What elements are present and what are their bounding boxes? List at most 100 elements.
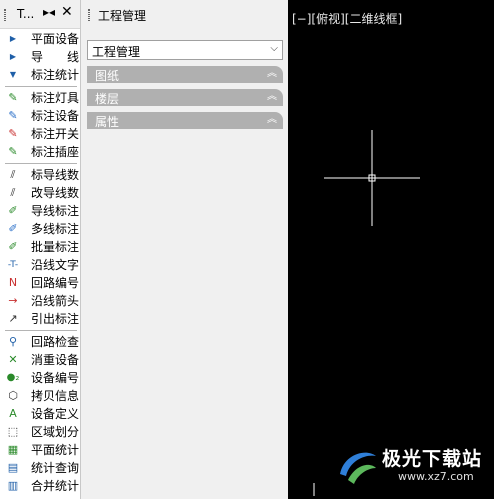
socket-label-icon: ✎	[8, 145, 18, 158]
tool-item[interactable]: ▥ 合并统计	[0, 477, 80, 495]
watermark: 极光下载站 www.xz7.com	[336, 440, 494, 492]
tool-item[interactable]: ✐ 导线标注	[0, 202, 80, 220]
tool-item[interactable]: ✎ 标注插座	[0, 143, 80, 161]
crosshair-cursor	[313, 130, 420, 496]
copy-info-icon: ⬡	[8, 389, 18, 402]
tool-item-label: 批量标注	[31, 240, 80, 254]
tool-item-label: 标注灯具	[31, 91, 80, 105]
tool-item-label: 多线标注	[31, 222, 80, 236]
merge-statistics-icon: ▥	[7, 479, 19, 492]
collapse-chevron-icon: ︽	[267, 114, 277, 125]
expand-arrow-icon: ▶	[9, 34, 17, 43]
tool-item-label: 引出标注	[31, 312, 80, 326]
tool-item-label: 标导线数	[31, 168, 80, 182]
tool-item-label: 统计查询	[31, 461, 80, 475]
grip-icon[interactable]	[88, 9, 90, 21]
group-separator	[5, 86, 77, 87]
tool-item[interactable]: ▤ 统计查询	[0, 459, 80, 477]
tool-item[interactable]: ▦ 平面统计	[0, 441, 80, 459]
tool-item[interactable]: N 回路编号	[0, 274, 80, 292]
section-label: 属性	[95, 115, 120, 129]
lamp-label-icon: ✎	[8, 91, 18, 104]
dedupe-device-icon: ✕	[8, 353, 18, 366]
project-select[interactable]: 工程管理 ⌵	[87, 40, 283, 60]
area-divide-icon: ⬚	[7, 425, 19, 438]
group-separator	[5, 163, 77, 164]
tool-item[interactable]: ⫽ 标导线数	[0, 166, 80, 184]
leader-label-icon: ↗	[8, 312, 18, 325]
tool-palette: T... ▸◂ ✕ ▶ 平面设备 ▶ 导 线 ▼ 标注统计 ✎ 标注灯具 ✎ 标注设备 ✎ 标注开关 ✎…	[0, 0, 81, 499]
tool-item[interactable]: ✕ 消重设备	[0, 351, 80, 369]
tool-item-label: 沿线文字	[31, 258, 80, 272]
batch-label-icon: ✐	[8, 240, 18, 253]
tool-item-label: 拷贝信息	[31, 389, 80, 403]
plan-statistics-icon: ▦	[7, 443, 19, 456]
tool-item-label: 标注设备	[31, 109, 80, 123]
tool-item[interactable]: -T- 沿线文字	[0, 256, 80, 274]
device-define-icon: A	[9, 407, 17, 420]
project-select-value: 工程管理	[92, 45, 141, 59]
section-floors[interactable]: 楼层 ︽	[87, 89, 283, 106]
tool-item[interactable]: A 设备定义	[0, 405, 80, 423]
tool-item[interactable]: ⬚ 区域划分	[0, 423, 80, 441]
tool-item[interactable]: ⚲ 回路检查	[0, 333, 80, 351]
text-along-line-icon: -T-	[7, 260, 19, 270]
tool-item-label: 合并统计	[31, 479, 80, 493]
tool-item-label: 回路编号	[31, 276, 80, 290]
tool-item[interactable]: ✐ 批量标注	[0, 238, 80, 256]
section-properties[interactable]: 属性 ︽	[87, 112, 283, 129]
tool-item[interactable]: ✎ 标注开关	[0, 125, 80, 143]
tool-item-label: 设备编号	[31, 371, 80, 385]
section-label: 楼层	[95, 92, 120, 106]
collapse-chevron-icon: ︽	[267, 91, 277, 102]
tool-item-label: 平面设备	[31, 32, 80, 46]
wire-label-icon: ✐	[8, 204, 18, 217]
chevron-down-icon: ⌵	[270, 43, 278, 54]
tool-list: ▶ 平面设备 ▶ 导 线 ▼ 标注统计 ✎ 标注灯具 ✎ 标注设备 ✎ 标注开关 ✎ 标注插座 ⫽ 标导线数 ⫽…	[0, 30, 80, 495]
grip-icon[interactable]	[4, 9, 6, 21]
tool-item-label: 导 线	[31, 50, 80, 64]
tool-item[interactable]: ⬡ 拷贝信息	[0, 387, 80, 405]
expand-arrow-icon: ▶	[9, 52, 17, 61]
circuit-number-icon: N	[8, 276, 18, 289]
tool-item[interactable]: ↗ 引出标注	[0, 310, 80, 328]
tool-item-label: 设备定义	[31, 407, 80, 421]
tool-item[interactable]: ✎ 标注灯具	[0, 89, 80, 107]
tool-item[interactable]: ✎ 标注设备	[0, 107, 80, 125]
tool-item-label: 标注开关	[31, 127, 80, 141]
device-label-icon: ✎	[8, 109, 18, 122]
tool-item[interactable]: ⫽ 改导线数	[0, 184, 80, 202]
multi-wire-label-icon: ✐	[8, 222, 18, 235]
palette-title: T...	[17, 7, 35, 21]
section-label: 图纸	[95, 69, 120, 83]
tool-item[interactable]: ▶ 平面设备	[0, 30, 80, 48]
palette-titlebar[interactable]: T... ▸◂ ✕	[0, 0, 80, 29]
section-drawings[interactable]: 图纸 ︽	[87, 66, 283, 83]
wire-count-icon: ⫽	[10, 168, 16, 181]
tool-item-label: 改导线数	[31, 186, 80, 200]
tool-item-label: 消重设备	[31, 353, 80, 367]
tool-item[interactable]: ✐ 多线标注	[0, 220, 80, 238]
tool-item-label: 平面统计	[31, 443, 80, 457]
tool-item[interactable]: ▶ 导 线	[0, 48, 80, 66]
group-separator	[5, 330, 77, 331]
watermark-logo-icon	[340, 452, 376, 484]
tool-item-label: 标注统计	[31, 68, 80, 82]
drawing-canvas[interactable]: [−][俯视][二维线框] 极光下载站 www.xz7.com	[288, 0, 494, 499]
device-number-icon: ●₂	[6, 372, 20, 383]
collapse-arrow-icon: ▼	[9, 70, 17, 79]
tool-item-label: 导线标注	[31, 204, 80, 218]
statistics-query-icon: ▤	[7, 461, 19, 474]
project-titlebar[interactable]: 工程管理	[82, 0, 287, 29]
edit-wire-count-icon: ⫽	[10, 186, 16, 199]
tool-item[interactable]: → 沿线箭头	[0, 292, 80, 310]
watermark-title: 极光下载站	[382, 448, 483, 470]
tool-item-label: 区域划分	[31, 425, 80, 439]
collapse-chevron-icon: ︽	[267, 68, 277, 79]
project-panel: 工程管理 工程管理 ⌵ 图纸 ︽ 楼层 ︽ 属性 ︽	[82, 0, 287, 499]
close-button[interactable]: ✕	[61, 4, 73, 20]
tool-item[interactable]: ●₂ 设备编号	[0, 369, 80, 387]
pin-icon[interactable]: ▸◂	[43, 5, 55, 19]
tool-item[interactable]: ▼ 标注统计	[0, 66, 80, 84]
tool-item-label: 沿线箭头	[31, 294, 80, 308]
